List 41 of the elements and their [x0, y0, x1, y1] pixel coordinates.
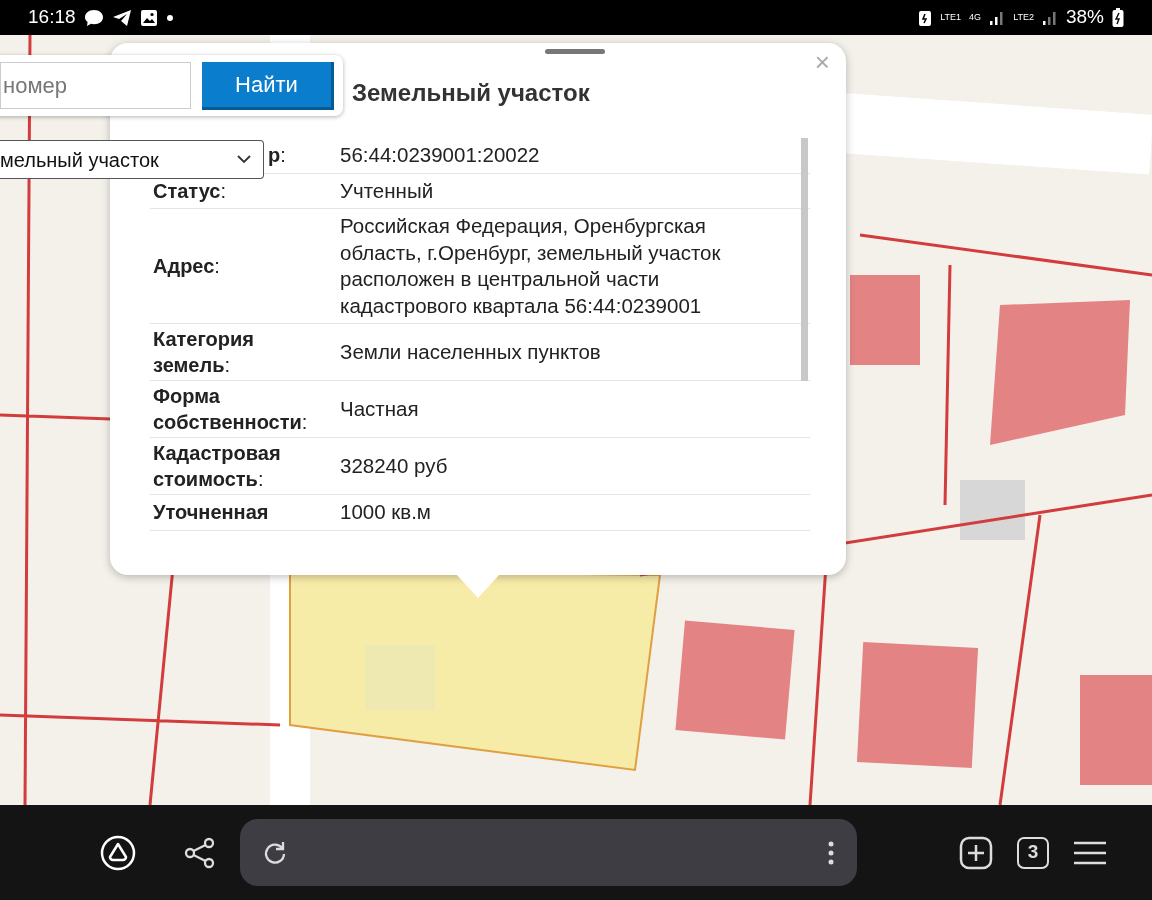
field-label: р: [268, 143, 286, 169]
scrollbar[interactable] [801, 138, 808, 381]
drag-handle[interactable] [545, 49, 605, 54]
image-icon [139, 8, 158, 27]
battery-icon [1112, 7, 1124, 28]
share-icon[interactable] [184, 836, 216, 869]
sim-label: LTE1 [940, 13, 962, 22]
popup-title: Земельный участок [352, 78, 590, 108]
field-label: Категория земель: [153, 327, 255, 378]
field-label: Кадастровая стоимость: [153, 441, 282, 492]
field-value: 1000 кв.м [340, 499, 431, 525]
reload-icon[interactable] [262, 839, 288, 866]
field-value: Частная [340, 395, 419, 422]
field-label: Уточненная [153, 500, 269, 526]
battery-level: 38% [1065, 5, 1104, 30]
paper-plane-icon [111, 8, 132, 27]
field-label: Статус: [153, 178, 226, 204]
network-type: 4G [969, 13, 982, 22]
new-tab-icon[interactable] [959, 835, 993, 870]
clock-time: 16:18 [28, 5, 76, 30]
tab-count-button[interactable]: 3 [1017, 836, 1049, 869]
signal-icon [1041, 9, 1058, 26]
signal-icon [989, 9, 1006, 26]
battery-saver-icon [918, 8, 933, 27]
field-value: 56:44:0239001:20022 [340, 142, 540, 168]
field-value: 328240 руб [340, 452, 448, 479]
find-button[interactable]: Найти [202, 62, 334, 110]
chat-icon [83, 8, 104, 27]
caret-icon [236, 154, 252, 164]
field-value: Учтенный [340, 177, 434, 204]
dot-icon [165, 13, 174, 22]
field-label: Форма собственности: [153, 384, 309, 435]
home-icon[interactable] [100, 834, 136, 871]
search-field[interactable]: номер [0, 62, 191, 109]
sim-label: LTE2 [1013, 13, 1034, 22]
object-type-select[interactable]: мельный участок [0, 140, 264, 179]
menu-icon[interactable] [1073, 839, 1107, 866]
more-icon[interactable] [827, 839, 835, 866]
field-label: Адрес: [153, 254, 220, 279]
field-value: Земли населенных пунктов [340, 338, 601, 365]
field-value: Российская Федерация, Оренбургская область, г.Оренбург, земельный участок расположен в центральной части кадастрового квартала 56:44:0239001 [340, 213, 722, 319]
